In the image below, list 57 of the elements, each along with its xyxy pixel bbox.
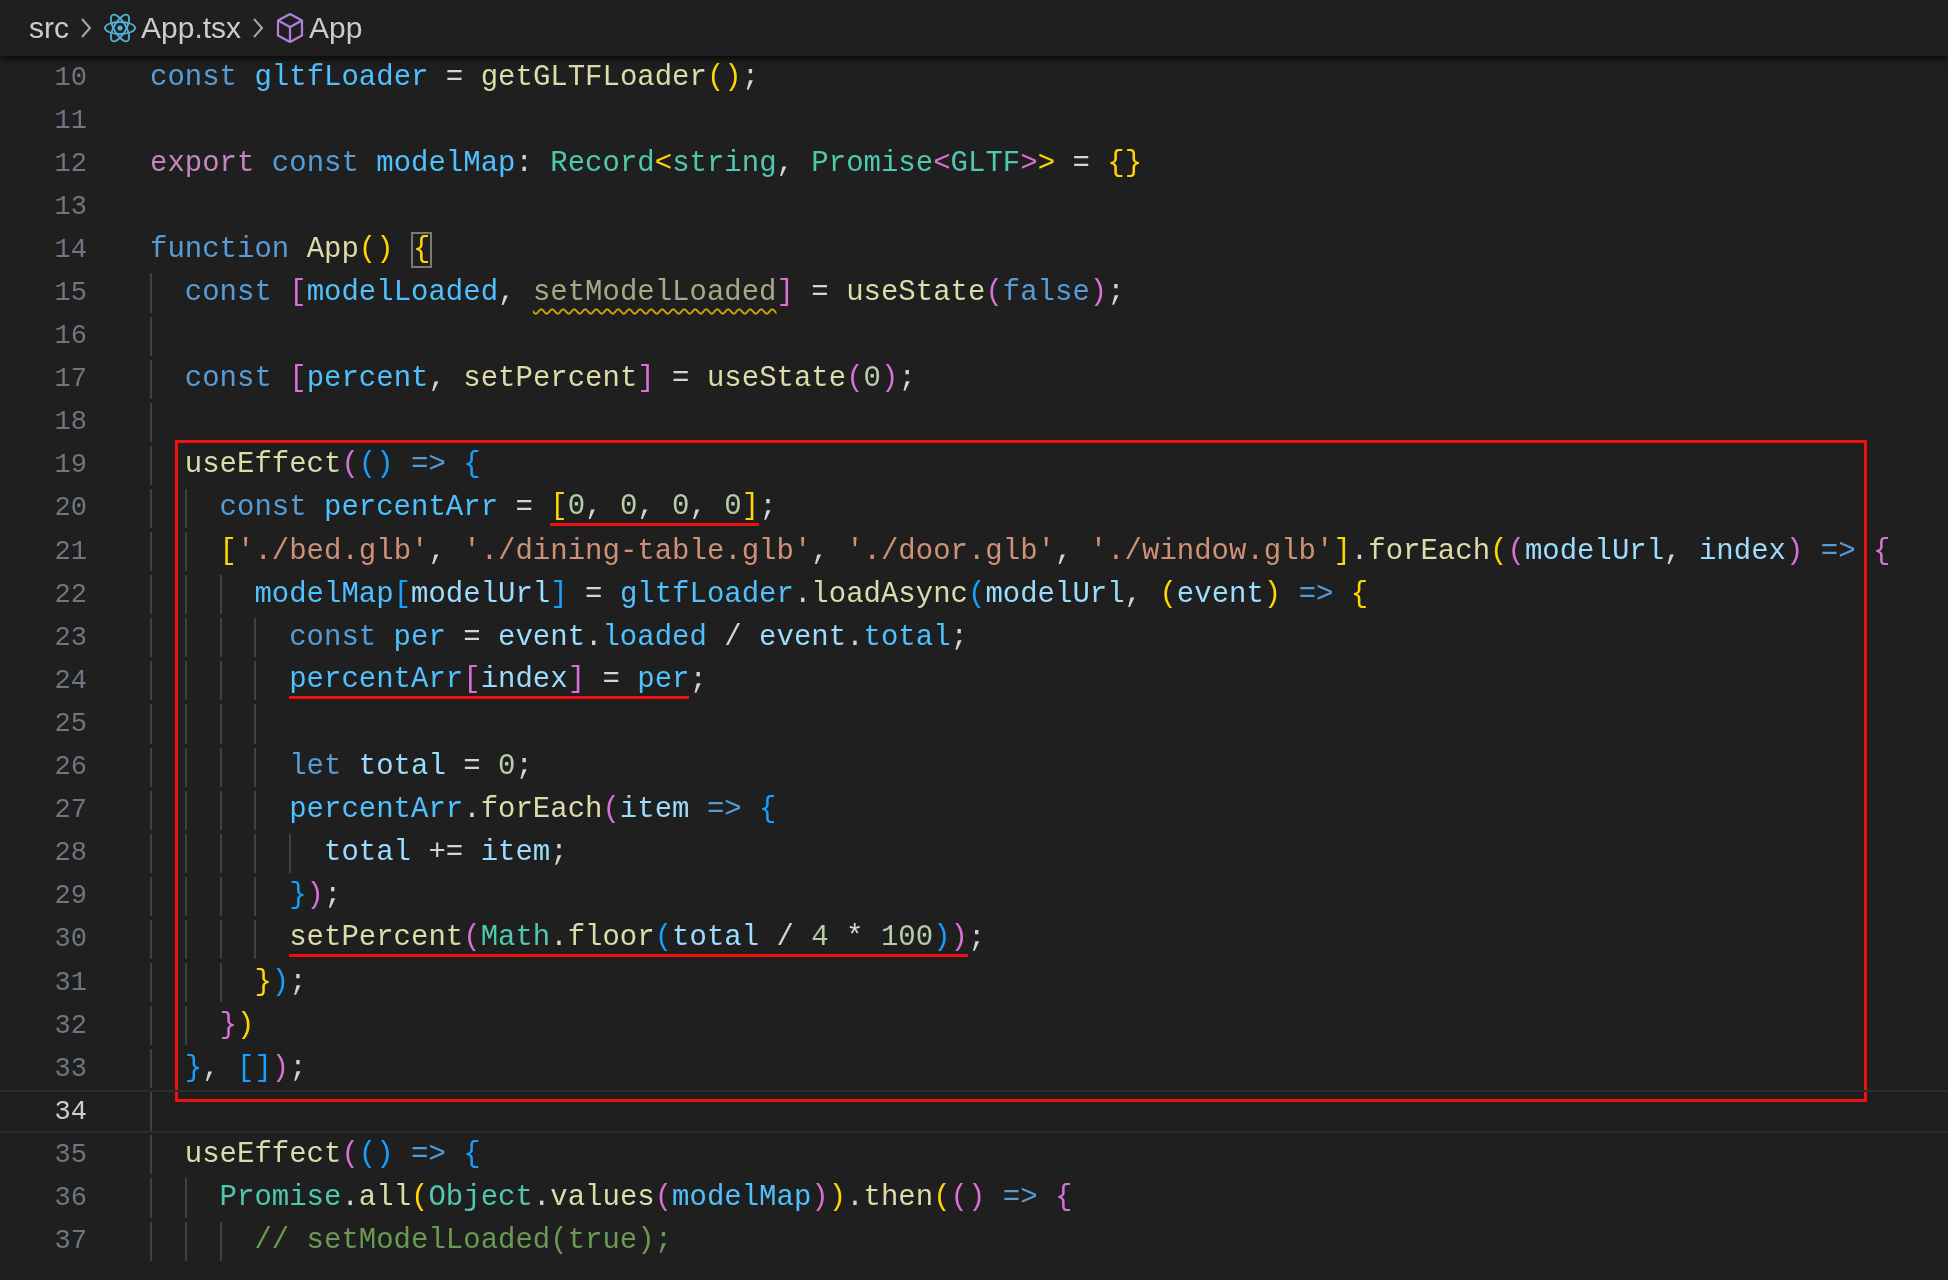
- line-number: 34: [54, 1095, 87, 1129]
- line-number: 30: [54, 923, 87, 957]
- line-number: 13: [54, 190, 87, 224]
- code-line: modelMap[modelUrl] = gltfLoader.loadAsync(modelUrl, (event) => {: [254, 576, 1369, 613]
- code-line: setPercent(Math.floor(total / 4 * 100));: [289, 920, 986, 959]
- code-line: percentArr[index] = per;: [289, 661, 707, 701]
- breadcrumb-item[interactable]: App: [309, 13, 363, 43]
- code-line: function App() {: [150, 230, 433, 270]
- line-number: 18: [54, 406, 87, 440]
- code-line: export const modelMap: Record<string, Promise<GLTF>> = {}: [150, 145, 1143, 182]
- line-number: 37: [54, 1225, 87, 1259]
- code-line: });: [289, 878, 342, 915]
- code-line: }): [219, 1007, 255, 1044]
- line-number: 19: [54, 449, 87, 483]
- line-number: 31: [54, 966, 87, 1000]
- line-number: 36: [54, 1182, 87, 1215]
- code-line: const [percent, setPercent] = useState(0);: [184, 361, 916, 398]
- line-number: 16: [54, 320, 87, 354]
- code-line: const percentArr = [0, 0, 0, 0];: [219, 489, 777, 529]
- code-line: ['./bed.glb', './dining-table.glb', './door.glb', './window.glb'].forEach((modelUrl, index) => {: [219, 533, 1891, 570]
- code-line: }, []);: [184, 1050, 307, 1087]
- atom-icon: [103, 12, 137, 44]
- breadcrumb-item[interactable]: App.tsx: [141, 13, 242, 43]
- line-number: 29: [54, 880, 87, 914]
- line-number: 17: [54, 363, 87, 397]
- line-number: 23: [54, 621, 87, 655]
- chevron-right-icon: [251, 16, 266, 40]
- line-number: 11: [54, 104, 87, 138]
- code-line: });: [254, 964, 307, 1001]
- line-number: 35: [54, 1138, 87, 1172]
- code-line: const [modelLoaded, setModelLoaded] = useState(false);: [184, 275, 1125, 311]
- line-number: 12: [54, 147, 87, 181]
- cube-icon: [275, 12, 306, 44]
- code-line: // setModelLoaded(true);: [254, 1223, 673, 1260]
- breadcrumb-item[interactable]: src: [29, 13, 69, 43]
- code-line: total += item;: [324, 835, 568, 872]
- code-line: Promise.all(Object.values(modelMap)).then(() => {: [219, 1180, 1073, 1216]
- code-line: percentArr.forEach(item => {: [289, 792, 777, 829]
- line-number: 14: [54, 233, 87, 267]
- line-number: 24: [54, 664, 87, 698]
- line-number: 28: [54, 837, 87, 871]
- line-number: 15: [54, 277, 87, 310]
- line-number: 25: [54, 707, 87, 741]
- line-number: 10: [54, 61, 87, 95]
- line-number: 33: [54, 1052, 87, 1086]
- line-number: 20: [54, 492, 87, 526]
- line-number: 32: [54, 1009, 87, 1043]
- line-number: 27: [54, 794, 87, 828]
- line-number: 21: [54, 535, 87, 569]
- code-line: const per = event.loaded / event.total;: [289, 619, 968, 656]
- code-line: let total = 0;: [289, 749, 533, 786]
- chevron-right-icon: [79, 16, 93, 40]
- code-line: useEffect(() => {: [184, 447, 481, 484]
- line-number: 26: [54, 751, 87, 785]
- line-number: 22: [54, 578, 87, 612]
- code-line: const gltfLoader = getGLTFLoader();: [150, 59, 760, 96]
- code-line: useEffect(() => {: [184, 1136, 481, 1173]
